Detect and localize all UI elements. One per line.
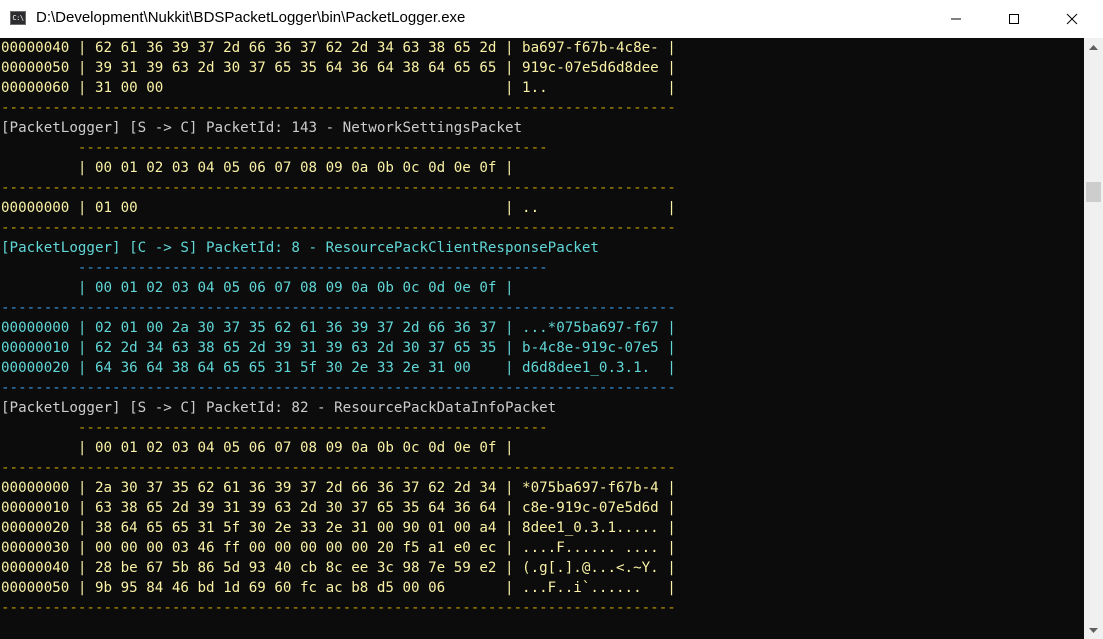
console-line: 00000000 | 01 00 | .. | (1, 200, 676, 216)
console-line: ----------------------------------------… (1, 300, 676, 316)
console-line: | 00 01 02 03 04 05 06 07 08 09 0a 0b 0c… (1, 440, 514, 456)
console-line: 00000050 | 9b 95 84 46 bd 1d 69 60 fc ac… (1, 580, 676, 596)
console-line: 00000000 | 02 01 00 2a 30 37 35 62 61 36… (1, 320, 676, 336)
console-line: 00000050 | 39 31 39 63 2d 30 37 65 35 64… (1, 60, 676, 76)
window-title: D:\Development\Nukkit\BDSPacketLogger\bi… (36, 9, 466, 26)
chevron-up-icon (1089, 44, 1098, 50)
console-line: 00000000 | 2a 30 37 35 62 61 36 39 37 2d… (1, 480, 676, 496)
console-line: 00000030 | 00 00 00 03 46 ff 00 00 00 00… (1, 540, 676, 556)
console-app-icon: C:\ (10, 11, 26, 25)
scroll-up-button[interactable] (1084, 38, 1103, 55)
minimize-button[interactable] (927, 0, 985, 38)
maximize-button[interactable] (985, 0, 1043, 38)
console-line: 00000010 | 62 2d 34 63 38 65 2d 39 31 39… (1, 340, 676, 356)
console-line: 00000060 | 31 00 00 | 1.. | (1, 80, 676, 96)
console-line: 00000040 | 28 be 67 5b 86 5d 93 40 cb 8c… (1, 560, 676, 576)
console-output[interactable]: 00000040 | 62 61 36 39 37 2d 66 36 37 62… (0, 38, 1084, 639)
title-bar[interactable]: C:\ D:\Development\Nukkit\BDSPacketLogge… (0, 0, 1103, 38)
console-line: ----------------------------------------… (1, 260, 548, 276)
close-button[interactable] (1043, 0, 1101, 38)
console-line: | 00 01 02 03 04 05 06 07 08 09 0a 0b 0c… (1, 160, 514, 176)
vertical-scrollbar[interactable] (1084, 38, 1103, 639)
console-line: ----------------------------------------… (1, 220, 676, 236)
scroll-down-button[interactable] (1084, 622, 1103, 639)
console-line: 00000020 | 64 36 64 38 64 65 65 31 5f 30… (1, 360, 676, 376)
console-line: [PacketLogger] [C -> S] PacketId: 8 - Re… (1, 240, 599, 256)
console-line: 00000040 | 62 61 36 39 37 2d 66 36 37 62… (1, 40, 676, 56)
console-line: ----------------------------------------… (1, 100, 676, 116)
console-line: ----------------------------------------… (1, 460, 676, 476)
console-line: 00000020 | 38 64 65 65 31 5f 30 2e 33 2e… (1, 520, 676, 536)
console-line: ----------------------------------------… (1, 600, 676, 616)
close-icon (1066, 13, 1078, 25)
minimize-icon (951, 18, 961, 20)
console-line: 00000010 | 63 38 65 2d 39 31 39 63 2d 30… (1, 500, 676, 516)
console-line: [PacketLogger] [S -> C] PacketId: 143 - … (1, 120, 523, 136)
scroll-thumb[interactable] (1086, 182, 1101, 202)
chevron-down-icon (1089, 627, 1098, 633)
maximize-icon (1009, 14, 1019, 24)
console-line: ----------------------------------------… (1, 180, 676, 196)
console-line: ----------------------------------------… (1, 140, 548, 156)
console-line: ----------------------------------------… (1, 380, 676, 396)
console-line: [PacketLogger] [S -> C] PacketId: 82 - R… (1, 400, 557, 416)
console-line: | 00 01 02 03 04 05 06 07 08 09 0a 0b 0c… (1, 280, 514, 296)
console-line: ----------------------------------------… (1, 420, 548, 436)
